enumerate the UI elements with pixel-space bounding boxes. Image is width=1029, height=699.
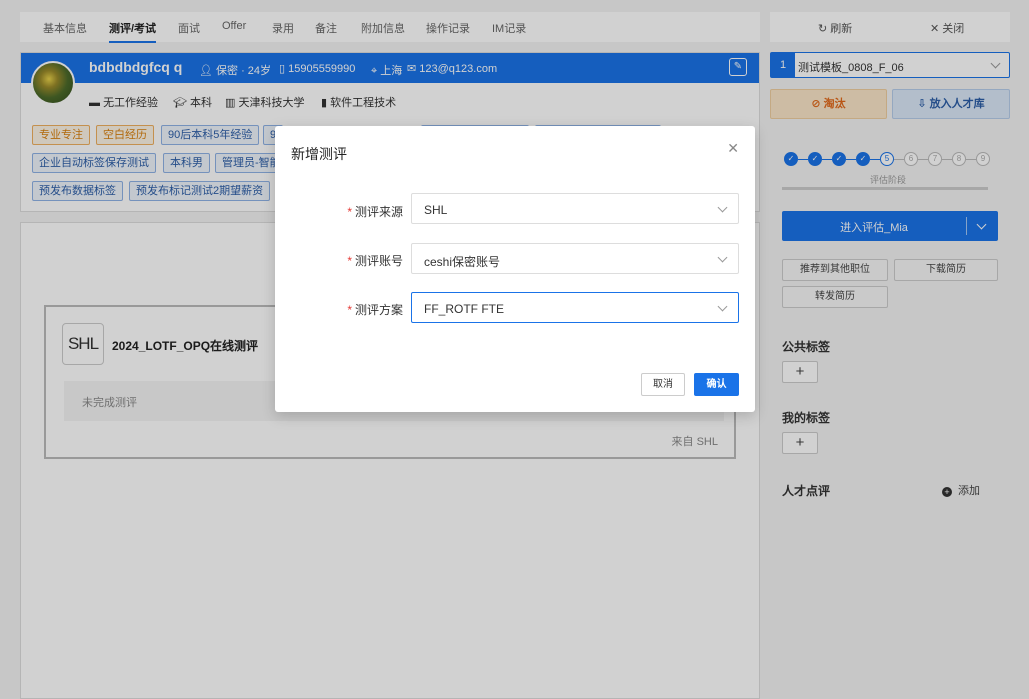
assessment-account-label: * 测评账号	[347, 254, 403, 268]
assessment-plan-select[interactable]: FF_ROTF FTE	[411, 292, 739, 323]
chevron-down-icon	[717, 252, 728, 263]
assessment-plan-value: FF_ROTF FTE	[424, 302, 504, 316]
assessment-source-select[interactable]: SHL	[411, 193, 739, 224]
chevron-down-icon	[717, 301, 728, 312]
required-mark: *	[347, 205, 352, 219]
chevron-down-icon	[717, 202, 728, 213]
assessment-source-label: * 测评来源	[347, 205, 403, 219]
close-icon[interactable]: ✕	[727, 141, 739, 155]
confirm-button[interactable]: 确认	[694, 373, 739, 396]
required-mark: *	[347, 254, 352, 268]
assessment-plan-label: * 测评方案	[347, 303, 403, 317]
assessment-account-value: ceshi保密账号	[424, 255, 501, 269]
required-mark: *	[347, 303, 352, 317]
assessment-account-select[interactable]: ceshi保密账号	[411, 243, 739, 274]
cancel-button[interactable]: 取消	[641, 373, 685, 396]
assessment-source-value: SHL	[424, 203, 448, 217]
new-assessment-dialog: 新增测评 ✕ * 测评来源 SHL * 测评账号 ceshi保密账号 * 测评方案 F…	[275, 126, 755, 412]
dialog-title: 新增测评	[291, 146, 347, 162]
